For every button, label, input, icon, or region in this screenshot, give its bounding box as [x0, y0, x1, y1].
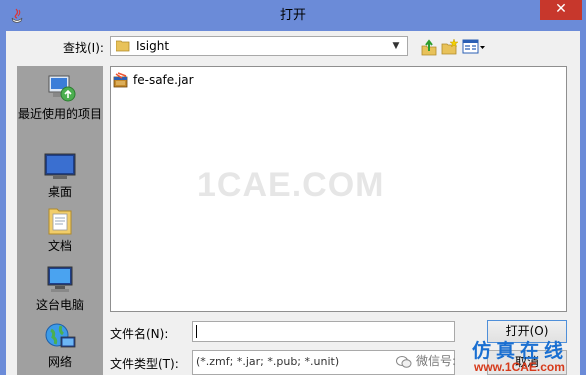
- look-in-dropdown[interactable]: Isight ▼: [110, 36, 408, 56]
- file-name-label: 文件名(N):: [110, 327, 169, 341]
- dialog-title: 打开: [279, 8, 306, 23]
- place-recent[interactable]: 最近使用的项目: [17, 74, 103, 122]
- brand-url: www.1CAE.com: [474, 360, 565, 374]
- title-bar[interactable]: 打开 ✕: [0, 0, 586, 31]
- place-label: 网络: [47, 355, 72, 369]
- close-button[interactable]: ✕: [540, 0, 582, 20]
- wechat-label: 微信号:: [416, 354, 457, 368]
- file-name-input[interactable]: [192, 321, 455, 342]
- window-frame-left: [0, 31, 6, 375]
- jar-file-icon: [113, 72, 129, 88]
- place-documents[interactable]: 文档: [17, 206, 103, 254]
- place-label: 这台电脑: [35, 298, 84, 312]
- view-menu-icon[interactable]: [462, 38, 486, 56]
- folder-icon: [115, 40, 130, 52]
- places-bar: 最近使用的项目 桌面 文档 这台电脑 网络: [17, 66, 103, 375]
- watermark-text: 1CAE.COM: [197, 166, 385, 204]
- place-this-pc[interactable]: 这台电脑: [17, 265, 103, 313]
- text-caret: [196, 325, 197, 338]
- open-file-dialog: 打开 ✕ 查找(I): Isight ▼ 最近使用的项目 桌面 文档 这台电脑 …: [0, 0, 586, 375]
- desktop-icon: [43, 152, 77, 182]
- window-frame-right: [580, 31, 586, 375]
- place-label: 最近使用的项目: [17, 107, 102, 121]
- file-list[interactable]: fe-safe.jar 1CAE.COM: [110, 66, 567, 312]
- recent-places-icon: [43, 74, 77, 104]
- place-network[interactable]: 网络: [17, 322, 103, 370]
- chevron-down-icon[interactable]: ▼: [389, 38, 403, 54]
- new-folder-icon[interactable]: [441, 38, 459, 56]
- up-folder-icon[interactable]: [420, 38, 438, 56]
- place-label: 文档: [47, 239, 72, 253]
- computer-icon: [43, 265, 77, 295]
- look-in-label: 查找(I):: [63, 41, 104, 55]
- documents-folder-icon: [43, 206, 77, 236]
- network-icon: [43, 322, 77, 352]
- look-in-value: Isight: [136, 39, 170, 53]
- wechat-icon: [396, 355, 412, 369]
- wechat-overlay: 微信号:: [396, 352, 456, 375]
- file-name: fe-safe.jar: [133, 73, 194, 87]
- file-type-value: (*.zmf; *.jar; *.pub; *.unit): [196, 355, 340, 368]
- file-type-label: 文件类型(T):: [110, 357, 179, 371]
- place-label: 桌面: [47, 185, 72, 199]
- place-desktop[interactable]: 桌面: [17, 152, 103, 200]
- brand-logo-text: 仿真在线: [472, 340, 569, 362]
